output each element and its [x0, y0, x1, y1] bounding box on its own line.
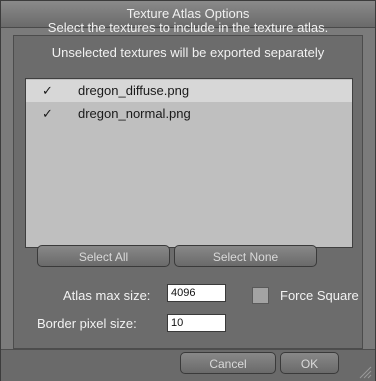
- force-square-label: Force Square: [280, 288, 359, 303]
- check-icon[interactable]: ✓: [42, 83, 53, 99]
- ok-button[interactable]: OK: [280, 352, 339, 374]
- description-line-1: Select the textures to include in the te…: [47, 20, 329, 35]
- border-pixel-size-label: Border pixel size:: [37, 316, 137, 331]
- resize-grip-icon[interactable]: [356, 363, 372, 379]
- check-icon[interactable]: ✓: [42, 106, 53, 122]
- texture-filename: dregon_diffuse.png: [78, 83, 190, 98]
- atlas-max-size-label: Atlas max size:: [63, 288, 151, 303]
- dialog-title: Texture Atlas Options: [126, 6, 250, 21]
- force-square-checkbox[interactable]: [252, 287, 269, 304]
- select-all-button[interactable]: Select All: [37, 245, 170, 267]
- texture-list[interactable]: ✓ dregon_diffuse.png ✓ dregon_normal.png: [25, 78, 353, 248]
- texture-list-item[interactable]: ✓ dregon_diffuse.png: [26, 80, 352, 102]
- cancel-button[interactable]: Cancel: [180, 352, 276, 374]
- atlas-max-size-input[interactable]: 4096: [167, 284, 226, 302]
- description-line-2: Unselected textures will be exported sep…: [51, 45, 325, 60]
- texture-atlas-dialog: Texture Atlas Options Select the texture…: [0, 0, 376, 381]
- select-none-button[interactable]: Select None: [174, 245, 317, 267]
- texture-list-item[interactable]: ✓ dregon_normal.png: [26, 103, 352, 125]
- texture-filename: dregon_normal.png: [78, 106, 191, 121]
- border-pixel-size-input[interactable]: 10: [167, 314, 226, 332]
